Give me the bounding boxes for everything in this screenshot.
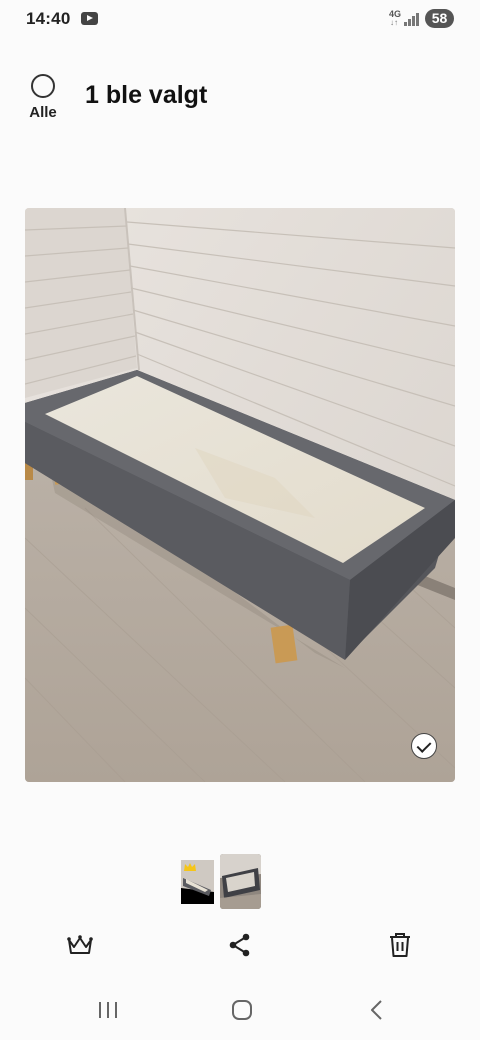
status-bar: 14:40 4G ↓↑ 58 [0, 0, 480, 40]
thumbnail-2[interactable] [220, 854, 261, 909]
back-icon [371, 1000, 382, 1020]
youtube-icon [81, 12, 98, 25]
select-all-circle-icon[interactable] [31, 74, 55, 98]
back-button[interactable] [362, 996, 392, 1024]
main-photo[interactable] [25, 208, 455, 782]
battery-badge: 58 [425, 9, 454, 28]
selection-count-title: 1 ble valgt [85, 81, 208, 109]
select-all-label: Alle [29, 104, 57, 121]
share-icon [229, 933, 250, 957]
signal-icon [404, 12, 421, 26]
share-button[interactable] [225, 930, 255, 960]
cover-crown-icon [184, 863, 196, 871]
data-activity-icon: ↓↑ [390, 18, 398, 27]
thumbnail-1[interactable] [181, 860, 214, 904]
set-cover-button[interactable] [65, 930, 95, 960]
delete-button[interactable] [385, 930, 415, 960]
status-time: 14:40 [26, 9, 71, 28]
home-icon [232, 1000, 252, 1020]
recent-apps-button[interactable] [93, 996, 123, 1024]
photo-selected-check-icon[interactable] [411, 733, 437, 759]
trash-icon [390, 933, 410, 957]
photo-bed-frame [25, 208, 455, 782]
select-all-toggle[interactable]: Alle [26, 74, 60, 121]
crown-icon [67, 935, 93, 954]
home-button[interactable] [227, 996, 257, 1024]
recent-apps-icon [99, 1002, 117, 1018]
thumbnail-image [220, 854, 261, 909]
